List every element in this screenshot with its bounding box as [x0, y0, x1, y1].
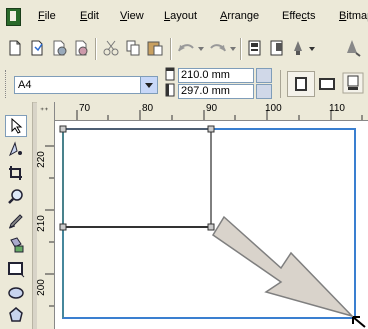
- arrow-shape[interactable]: [211, 215, 355, 318]
- mouse-cursor-icon: [352, 316, 366, 328]
- copy-icon[interactable]: [124, 39, 142, 57]
- ellipse-tool-icon[interactable]: [7, 284, 25, 302]
- application-launcher-icon[interactable]: [292, 39, 318, 57]
- paper-size-select[interactable]: A4: [14, 76, 158, 94]
- chevron-down-icon[interactable]: [140, 77, 157, 93]
- crop-tool-icon[interactable]: [7, 164, 25, 182]
- zoom-tool-icon[interactable]: [7, 188, 25, 206]
- node-handle[interactable]: [207, 223, 215, 231]
- undo-icon[interactable]: [176, 39, 204, 57]
- toolbox: [0, 102, 33, 329]
- paste-icon[interactable]: [146, 39, 164, 57]
- polygon-tool-icon[interactable]: [7, 306, 25, 324]
- toolbar-separator: [280, 70, 281, 98]
- v-ruler-label: 220: [35, 151, 47, 168]
- h-ruler-label: 80: [142, 103, 154, 114]
- portrait-button[interactable]: [287, 71, 315, 97]
- menu-file[interactable]: File: [38, 10, 56, 22]
- canvas-drawing: [59, 125, 366, 328]
- open-icon[interactable]: [28, 39, 46, 57]
- h-ruler-label: 70: [79, 103, 91, 114]
- h-ruler-label: 110: [329, 103, 345, 114]
- page-height-spinner[interactable]: [256, 84, 272, 99]
- vertical-ruler[interactable]: 220 210 200: [35, 120, 55, 329]
- page-height-icon: [165, 83, 175, 97]
- menu-effects[interactable]: Effects: [282, 10, 315, 22]
- toolbar-grip: [5, 70, 9, 98]
- menu-arrange[interactable]: Arrange: [220, 10, 259, 22]
- smart-fill-icon[interactable]: [7, 236, 25, 254]
- page-width-icon: [165, 67, 175, 81]
- toolbar-separator: [170, 38, 172, 60]
- property-bar: A4 210.0 mm 297.0 mm: [0, 64, 368, 103]
- shape-tool-icon[interactable]: [7, 140, 25, 158]
- save-icon[interactable]: [50, 39, 68, 57]
- cut-icon[interactable]: [102, 39, 120, 57]
- node-handle[interactable]: [59, 125, 67, 133]
- page-height-field[interactable]: 297.0 mm: [178, 84, 254, 99]
- v-ruler-label: 210: [35, 215, 47, 232]
- paper-size-value: A4: [18, 79, 32, 91]
- node-handle[interactable]: [207, 125, 215, 133]
- print-icon[interactable]: [72, 39, 90, 57]
- portrait-icon: [295, 77, 307, 91]
- h-ruler-label: 90: [206, 103, 218, 114]
- horizontal-ruler[interactable]: ⁺⁺ 70 80 90 100 110: [37, 102, 368, 121]
- ruler-origin-icon: ⁺⁺: [40, 106, 49, 115]
- rectangle-tool-icon[interactable]: [7, 260, 25, 278]
- new-icon[interactable]: [6, 39, 24, 57]
- welcome-screen-icon[interactable]: [344, 39, 368, 57]
- drawing-canvas[interactable]: [55, 121, 368, 329]
- rectangle-shape[interactable]: [62, 128, 212, 228]
- export-icon[interactable]: [268, 39, 286, 57]
- pick-tool-button[interactable]: [5, 115, 27, 137]
- freehand-tool-icon[interactable]: [7, 212, 25, 230]
- page-width-spinner[interactable]: [256, 68, 272, 83]
- page-width-field[interactable]: 210.0 mm: [178, 68, 254, 83]
- menu-edit[interactable]: Edit: [80, 10, 99, 22]
- h-ruler-label: 100: [265, 103, 282, 114]
- menu-view[interactable]: View: [120, 10, 144, 22]
- node-handle[interactable]: [59, 223, 67, 231]
- v-ruler-label: 200: [35, 279, 47, 296]
- menu-bitmaps[interactable]: Bitmaps: [339, 10, 368, 22]
- ruler-origin[interactable]: ⁺⁺: [37, 102, 55, 120]
- redo-icon[interactable]: [208, 39, 236, 57]
- standard-toolbar: [0, 32, 368, 65]
- landscape-icon[interactable]: [318, 77, 336, 91]
- all-pages-icon[interactable]: [342, 72, 364, 94]
- coreldraw-app-icon[interactable]: [6, 8, 21, 26]
- toolbar-separator: [240, 38, 242, 60]
- menu-layout[interactable]: Layout: [164, 10, 197, 22]
- import-icon[interactable]: [246, 39, 264, 57]
- menu-bar: File Edit View Layout Arrange Effects Bi…: [0, 0, 368, 33]
- toolbar-separator: [95, 38, 97, 60]
- pick-tool-icon: [11, 118, 23, 134]
